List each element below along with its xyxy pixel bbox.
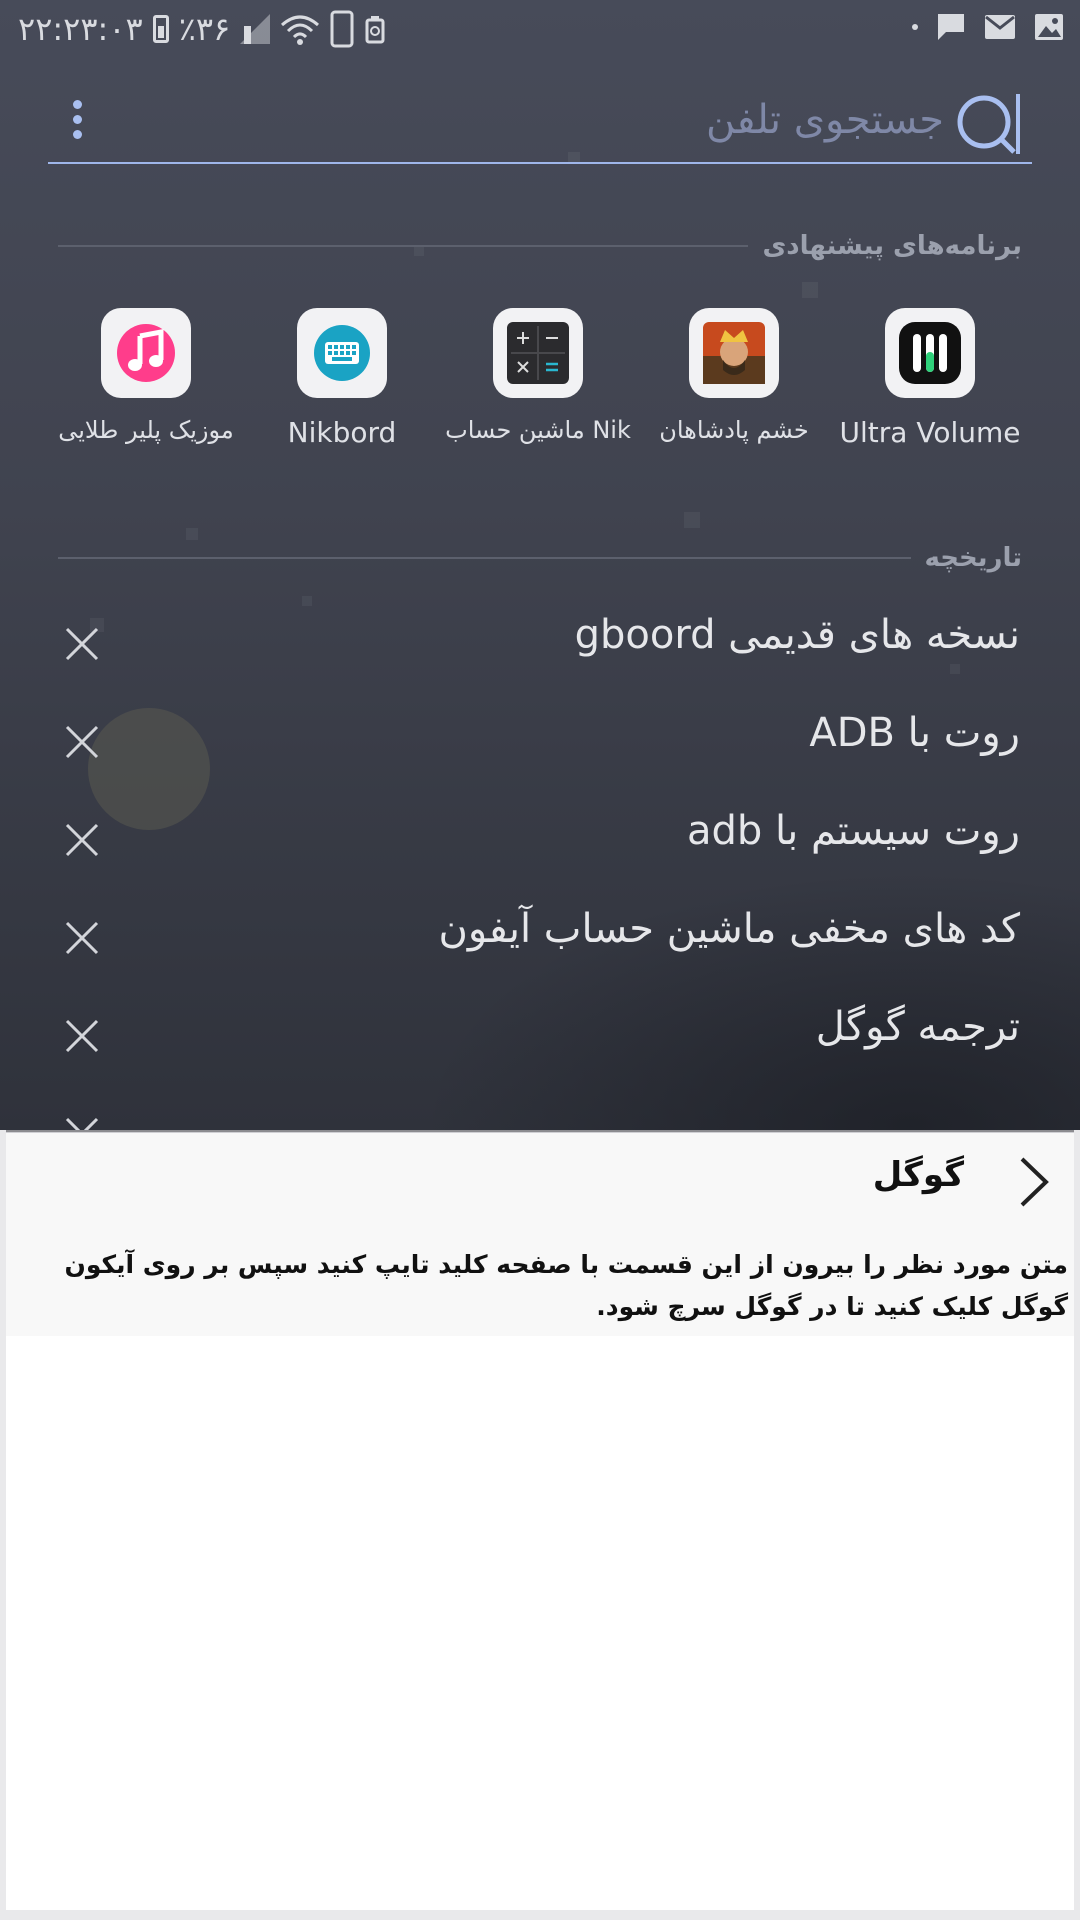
history-query[interactable]: نسخه های قدیمی gboord <box>575 612 1020 658</box>
suggested-apps-title: برنامه‌های پیشنهادی <box>762 231 1022 261</box>
close-icon[interactable] <box>64 1116 100 1130</box>
history-query[interactable]: کد های مخفی ماشین حساب آیفون <box>439 906 1020 952</box>
app-tile <box>885 308 975 398</box>
signal-icon <box>240 14 271 44</box>
image-icon <box>1034 13 1064 41</box>
history-item[interactable]: روت سیستم با adb <box>0 792 1080 890</box>
history-query[interactable]: ترجمه گوگل <box>816 1004 1020 1050</box>
phone-icon <box>330 10 354 48</box>
close-icon[interactable] <box>64 920 100 956</box>
background-speck <box>802 282 818 298</box>
close-icon[interactable] <box>64 626 100 662</box>
app-label: Ultra Volume <box>839 416 1021 449</box>
app-label: ماشین حساب Nik <box>445 416 631 444</box>
sheet-title: گوگل <box>872 1155 964 1195</box>
sheet-body: متن مورد نظر را بیرون از این قسمت با صفح… <box>6 1228 1074 1336</box>
notification-dot-icon <box>912 24 918 30</box>
close-icon[interactable] <box>64 1018 100 1054</box>
app-tile <box>297 308 387 398</box>
app-ultra-volume[interactable]: Ultra Volume <box>832 304 1028 449</box>
divider <box>58 245 749 247</box>
close-icon[interactable] <box>64 724 100 760</box>
app-nikbord[interactable]: Nikbord <box>244 304 440 449</box>
more-options-icon[interactable] <box>72 100 84 140</box>
suggested-apps-row: Ultra Volume خشم پادشاهان ماشین حساب Nik… <box>48 304 1032 454</box>
app-label: موزیک پلیر طلایی <box>58 416 234 444</box>
app-golden-music-player[interactable]: موزیک پلیر طلایی <box>48 304 244 444</box>
app-tile <box>101 308 191 398</box>
sheet-description: متن مورد نظر را بیرون از این قسمت با صفح… <box>64 1250 1068 1321</box>
history-header: تاریخچه <box>58 538 1022 578</box>
history-item[interactable]: روت با ADB <box>0 694 1080 792</box>
divider <box>58 557 911 559</box>
app-nik-calculator[interactable]: ماشین حساب Nik <box>440 304 636 444</box>
equalizer-icon <box>899 322 961 384</box>
close-icon[interactable] <box>64 822 100 858</box>
background-speck <box>684 512 700 528</box>
recycle-icon <box>364 14 386 44</box>
chat-icon <box>936 12 966 42</box>
search-bar <box>48 78 1032 164</box>
history-item[interactable]: ترجمه گوگل <box>0 988 1080 1086</box>
suggested-apps-header: برنامه‌های پیشنهادی <box>58 226 1022 266</box>
keyboard-icon <box>314 325 370 381</box>
app-label: Nikbord <box>287 416 397 449</box>
history-item[interactable] <box>0 1086 1080 1130</box>
history-title: تاریخچه <box>924 543 1023 573</box>
app-label: خشم پادشاهان <box>659 416 809 444</box>
search-input[interactable] <box>184 92 944 148</box>
battery-percent: ٪۳۶ <box>178 10 231 48</box>
app-tile <box>689 308 779 398</box>
launcher-search-screen: ۲۲:۲۳:۰۳ ٪۳۶ <box>0 0 1080 1130</box>
king-portrait-icon <box>703 322 765 384</box>
history-item[interactable]: نسخه های قدیمی gboord <box>0 596 1080 694</box>
mail-icon <box>984 14 1016 40</box>
sheet-header: گوگل <box>6 1132 1074 1228</box>
music-note-icon <box>117 324 175 382</box>
status-bar: ۲۲:۲۳:۰۳ ٪۳۶ <box>0 0 1080 60</box>
google-search-sheet: گوگل متن مورد نظر را بیرون از این قسمت ب… <box>6 1130 1074 1910</box>
search-icon[interactable] <box>954 86 1024 156</box>
app-tile <box>493 308 583 398</box>
history-query[interactable]: روت سیستم با adb <box>687 808 1020 854</box>
clock: ۲۲:۲۳:۰۳ <box>18 10 143 48</box>
calculator-icon <box>507 322 569 384</box>
chevron-right-icon[interactable] <box>1016 1155 1052 1209</box>
history-query[interactable]: روت با ADB <box>809 710 1020 756</box>
history-item[interactable]: کد های مخفی ماشین حساب آیفون <box>0 890 1080 988</box>
app-king-wrath[interactable]: خشم پادشاهان <box>636 304 832 444</box>
wifi-icon <box>280 13 320 45</box>
battery-icon <box>152 15 169 43</box>
